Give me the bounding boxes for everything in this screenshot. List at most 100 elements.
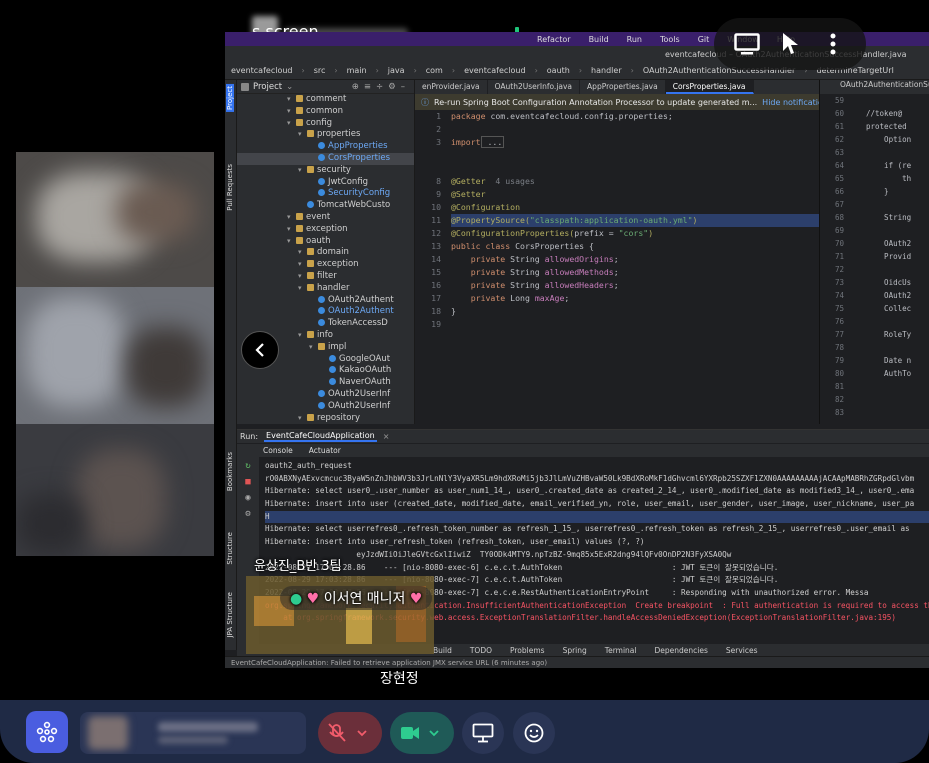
breadcrumb-item[interactable]: handler [591,66,622,75]
tree-item[interactable]: ▾ event [237,212,414,224]
tree-item[interactable]: AppProperties [237,141,414,153]
code-editor[interactable]: 1 2 3 8 9 10 11 12 13 14 15 16 17 18 19 package com.ev… [415,110,819,424]
usages-hint[interactable]: 4 usages [495,176,534,186]
tree-item[interactable]: ▾ filter [237,271,414,283]
settings-icon[interactable]: ⚙ [237,509,259,519]
more-options-icon[interactable] [816,27,850,61]
tool-window-tab[interactable]: Dependencies [654,646,707,655]
run-config-tab[interactable]: EventCafeCloudApplication [264,431,377,442]
folder-icon [307,271,314,279]
tree-item-label: properties [317,129,361,140]
line-number: 19 [431,319,441,329]
breadcrumb-item[interactable]: src [314,66,326,75]
tool-window-tab[interactable]: Services [726,646,758,655]
menu-item[interactable]: Refactor [537,35,571,44]
chevron-down-icon: ▾ [298,271,302,280]
rerun-icon[interactable]: ↻ [237,461,259,471]
remote-control-icon[interactable] [773,27,807,61]
project-toolbar-icons[interactable]: ⊕≡÷⚙– [352,82,414,92]
breadcrumb-item[interactable]: com [426,66,443,75]
code-line: private String allowedMethods; [451,267,619,277]
tree-item[interactable]: ▾ security [237,165,414,177]
tree-item[interactable]: ▾ properties [237,129,414,141]
close-icon[interactable]: × [383,432,390,441]
tree-item[interactable]: JwtConfig [237,177,414,189]
tree-item[interactable]: OAuth2Authent [237,306,414,318]
tree-item[interactable]: ▾ comment [237,94,414,106]
mic-toggle-button[interactable] [318,712,382,754]
tool-window-tab[interactable]: Terminal [605,646,637,655]
tree-item-label: OAuth2UserInf [328,388,391,399]
apps-button[interactable] [26,711,68,753]
tree-item[interactable]: SecurityConfig [237,188,414,200]
tool-window-tab[interactable]: Problems [510,646,545,655]
line-number: 3 [436,137,441,147]
menu-item[interactable]: Run [627,35,642,44]
tree-item[interactable]: NaverOAuth [237,377,414,389]
tree-item[interactable]: TokenAccessD [237,318,414,330]
tool-window-tab[interactable]: Spring [563,646,587,655]
code-text: AuthTo [866,369,912,378]
tree-item[interactable]: CorsProperties [237,152,414,165]
tree-item[interactable]: ▾ common [237,106,414,118]
participant-name-label: 장현정 [380,671,419,687]
monitor-icon[interactable] [730,27,764,61]
breadcrumb-item[interactable]: eventcafecloud [231,66,293,75]
stop-icon[interactable]: ■ [237,477,259,487]
my-video-preview[interactable] [80,712,306,754]
tree-item[interactable]: OAuth2Authent [237,295,414,307]
tree-item[interactable]: ▾ repository [237,413,414,425]
tree-item[interactable]: ▾ exception [237,259,414,271]
breadcrumb-item[interactable]: oauth [547,66,570,75]
breadcrumb-item[interactable]: java [388,66,405,75]
code-line: @Configuration [451,202,521,212]
tree-item[interactable]: ▾ domain [237,247,414,259]
emoji-button[interactable] [513,712,555,754]
tree-item-label: common [306,105,344,116]
tree-item[interactable]: OAuth2UserInf [237,389,414,401]
editor-tab[interactable]: OAuth2UserInfo.java [488,80,581,94]
menu-item[interactable]: Git [698,35,710,44]
chevron-left-icon[interactable] [241,331,279,369]
participant-tile[interactable] [16,152,214,287]
editor-tab[interactable]: AppProperties.java [580,80,666,94]
tab-console[interactable]: Console [263,446,293,455]
participant-tile[interactable] [16,287,214,424]
code-area[interactable]: package com.eventcafecloud.config.proper… [451,110,819,424]
line-number: 77 [834,330,844,339]
editor-tab[interactable]: CorsProperties.java [665,80,754,94]
line-number: 60 [834,109,844,118]
tab-actuator[interactable]: Actuator [309,446,341,455]
menu-item[interactable]: Build [589,35,609,44]
folder-icon [307,260,314,268]
editor-tab[interactable]: enProvider.java [415,80,488,94]
project-label[interactable]: Project [253,82,282,92]
side-tab-bookmarks[interactable]: Bookmarks [226,452,234,491]
project-tree: ▾ comment ▾ common ▾ config ▾ properties AppProp… [237,94,414,424]
screen-share-button[interactable] [462,712,504,754]
menu-item[interactable]: Tools [660,35,680,44]
participant-tile[interactable] [16,424,214,556]
split-editor[interactable]: OAuth2AuthenticationSucc 59 60 //token@ 61 p… [819,80,929,424]
chevron-down-icon[interactable]: ⌄ [286,82,293,92]
tab-oauth2-success-handler[interactable]: OAuth2AuthenticationSucc [820,80,929,94]
tool-window-tab[interactable]: Build [433,646,452,655]
tool-window-tab[interactable]: TODO [470,646,492,655]
tree-item[interactable]: ▾ config [237,118,414,130]
tree-item[interactable]: ▾ oauth [237,236,414,248]
code-line: 79 Date n [820,354,929,367]
tree-item[interactable]: ▾ handler [237,283,414,295]
tree-item[interactable]: ▾ exception [237,224,414,236]
tree-item[interactable]: TomcatWebCusto [237,200,414,212]
breadcrumb-item[interactable]: eventcafecloud [464,66,526,75]
side-tab-jpa-structure[interactable]: JPA Structure [226,592,234,637]
side-tab-pull-requests[interactable]: Pull Requests [226,164,234,211]
breadcrumb-item[interactable]: main [347,66,367,75]
camera-toggle-button[interactable] [390,712,454,754]
camera-icon[interactable]: ◉ [237,493,259,503]
side-tab-structure[interactable]: Structure [226,532,234,565]
participant-name-label: 윤상진_B반 3팀 [254,559,342,574]
side-tab-project[interactable]: Project [226,84,234,112]
mic-muted-icon [328,723,367,742]
tree-item[interactable]: OAuth2UserInf [237,401,414,413]
